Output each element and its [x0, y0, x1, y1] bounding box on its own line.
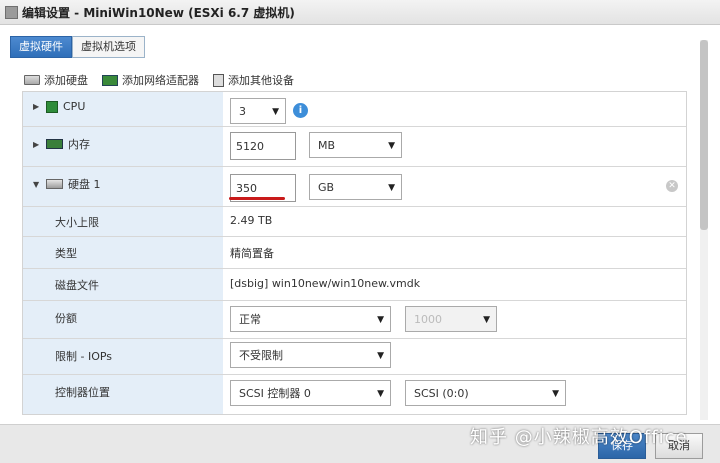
- memory-unit: MB: [318, 139, 336, 152]
- chevron-down-icon: ▼: [377, 351, 384, 361]
- watermark: 知乎 @小辣椒高效Office: [470, 427, 688, 448]
- disk-type-row: 类型 精简置备: [23, 236, 686, 269]
- scrollbar-thumb[interactable]: [700, 40, 708, 230]
- tab-virtual-hardware[interactable]: 虚拟硬件: [10, 36, 72, 58]
- expand-icon[interactable]: ▶: [33, 102, 41, 111]
- remove-disk-icon[interactable]: ✕: [666, 180, 678, 192]
- title-bar: 编辑设置 - MiniWin10New (ESXi 6.7 虚拟机): [0, 0, 720, 25]
- hardware-toolbar: 添加硬盘 添加网络适配器 添加其他设备: [24, 71, 294, 89]
- memory-label[interactable]: ▶ 内存: [33, 136, 90, 152]
- max-size-label: 大小上限: [55, 216, 99, 229]
- disk-row: ▼ 硬盘 1 350 GB ▼ ✕: [23, 166, 686, 207]
- memory-unit-select[interactable]: MB ▼: [309, 132, 402, 158]
- disk-file-row: 磁盘文件 [dsbig] win10new/win10new.vmdk: [23, 268, 686, 301]
- shares-number-select: 1000 ▼: [405, 306, 497, 332]
- shares-label: 份额: [55, 312, 77, 325]
- add-network-adapter-label: 添加网络适配器: [122, 74, 199, 87]
- add-network-adapter-button[interactable]: 添加网络适配器: [102, 71, 199, 89]
- chevron-down-icon: ▼: [377, 315, 384, 325]
- disk-type-label: 类型: [55, 247, 77, 260]
- chevron-down-icon: ▼: [552, 389, 559, 399]
- disk-file-value: [dsbig] win10new/win10new.vmdk: [230, 277, 421, 290]
- shares-row: 份额 正常 ▼ 1000 ▼: [23, 300, 686, 339]
- chevron-down-icon: ▼: [388, 141, 395, 151]
- disk-label-text: 硬盘 1: [68, 178, 101, 191]
- limit-value: 不受限制: [239, 349, 283, 362]
- add-other-device-button[interactable]: 添加其他设备: [213, 71, 294, 89]
- cpu-value: 3: [239, 105, 246, 118]
- add-disk-label: 添加硬盘: [44, 74, 88, 87]
- disk-file-label: 磁盘文件: [55, 279, 99, 292]
- controller-value: SCSI 控制器 0: [239, 387, 311, 400]
- limit-row: 限制 - IOPs 不受限制 ▼: [23, 338, 686, 375]
- window-title: 编辑设置 - MiniWin10New (ESXi 6.7 虚拟机): [22, 6, 295, 20]
- memory-icon: [46, 139, 63, 149]
- shares-number: 1000: [414, 313, 442, 326]
- chevron-down-icon: ▼: [272, 107, 279, 117]
- limit-label: 限制 - IOPs: [55, 350, 113, 363]
- limit-select[interactable]: 不受限制 ▼: [230, 342, 391, 368]
- tab-vm-options[interactable]: 虚拟机选项: [72, 36, 145, 58]
- controller-label: 控制器位置: [55, 386, 110, 399]
- shares-value: 正常: [239, 313, 261, 326]
- cpu-label[interactable]: ▶ CPU: [33, 100, 85, 113]
- expand-icon[interactable]: ▶: [33, 140, 41, 149]
- chevron-down-icon: ▼: [377, 389, 384, 399]
- cpu-select[interactable]: 3 ▼: [230, 98, 286, 124]
- disk-type-value: 精简置备: [230, 247, 274, 260]
- chevron-down-icon: ▼: [483, 315, 490, 325]
- memory-label-text: 内存: [68, 138, 90, 151]
- scsi-slot-select[interactable]: SCSI (0:0) ▼: [405, 380, 566, 406]
- red-underline-annotation: [229, 197, 285, 200]
- chevron-down-icon: ▼: [388, 183, 395, 193]
- network-adapter-icon: [102, 74, 118, 86]
- hard-disk-icon: [46, 179, 63, 189]
- hard-disk-icon: [24, 75, 40, 85]
- memory-row: ▶ 内存 5120 MB ▼: [23, 126, 686, 167]
- disk-unit-select[interactable]: GB ▼: [309, 174, 402, 200]
- max-size-value: 2.49 TB: [230, 214, 273, 227]
- info-icon[interactable]: i: [293, 103, 308, 118]
- window-icon: [5, 6, 18, 19]
- controller-select[interactable]: SCSI 控制器 0 ▼: [230, 380, 391, 406]
- tab-bar: 虚拟硬件 虚拟机选项: [10, 36, 145, 58]
- vertical-scrollbar[interactable]: [700, 40, 708, 420]
- collapse-icon[interactable]: ▼: [33, 180, 41, 189]
- hardware-grid: ▶ CPU 3 ▼ i ▶ 内存 5120 MB ▼ ▼ 硬盘 1 350 GB…: [22, 91, 687, 415]
- disk-unit: GB: [318, 181, 335, 194]
- device-icon: [213, 73, 224, 87]
- cpu-icon: [46, 100, 58, 113]
- memory-input[interactable]: 5120: [230, 132, 296, 160]
- disk-label[interactable]: ▼ 硬盘 1: [33, 176, 101, 192]
- max-size-row: 大小上限 2.49 TB: [23, 206, 686, 237]
- controller-row: 控制器位置 SCSI 控制器 0 ▼ SCSI (0:0) ▼: [23, 374, 686, 414]
- cpu-label-text: CPU: [63, 100, 86, 113]
- add-other-device-label: 添加其他设备: [228, 74, 294, 87]
- shares-select[interactable]: 正常 ▼: [230, 306, 391, 332]
- cpu-row: ▶ CPU 3 ▼ i: [23, 92, 686, 127]
- add-disk-button[interactable]: 添加硬盘: [24, 71, 88, 89]
- scsi-slot-value: SCSI (0:0): [414, 387, 469, 400]
